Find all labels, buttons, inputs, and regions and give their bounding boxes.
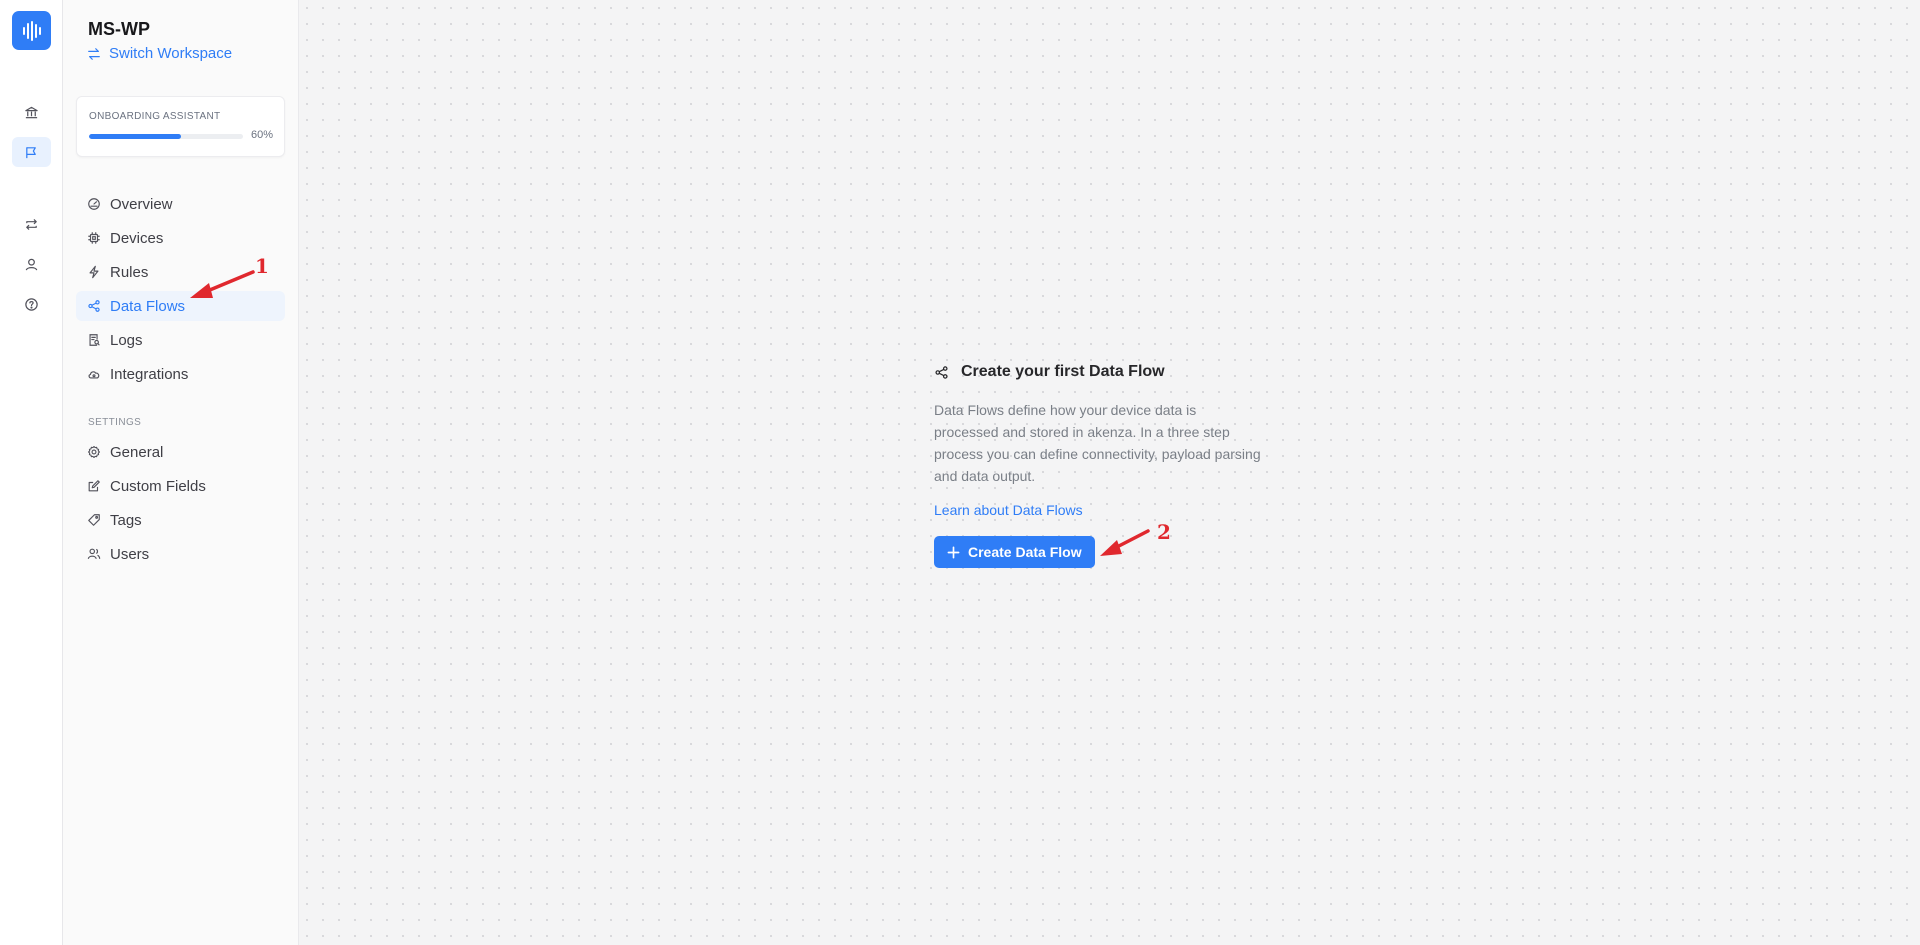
empty-state-title: Create your first Data Flow <box>961 363 1165 380</box>
nav-item-overview[interactable]: Overview <box>76 189 285 219</box>
bank-icon <box>25 106 38 118</box>
switch-workspace-label: Switch Workspace <box>109 45 233 62</box>
nav-label-users: Users <box>110 545 150 563</box>
rail-bank-button[interactable] <box>12 97 51 127</box>
switch-arrows-icon <box>88 47 100 60</box>
share-icon <box>88 300 100 312</box>
main-content: Create your first Data Flow Data Flows d… <box>299 0 1920 945</box>
edit-icon <box>88 480 100 492</box>
rail-help-button[interactable] <box>12 289 51 319</box>
onboarding-progress-text: 60% <box>250 129 273 141</box>
nav-item-devices[interactable]: Devices <box>76 223 285 253</box>
nav-label-devices: Devices <box>110 229 164 247</box>
user-icon <box>25 258 38 270</box>
chip-icon <box>88 232 100 244</box>
onboarding-label: ONBOARDING ASSISTANT <box>89 111 221 122</box>
nav-item-data-flows[interactable]: Data Flows <box>76 291 285 321</box>
icon-rail <box>0 0 63 945</box>
plus-icon <box>947 546 960 558</box>
workspace-sidebar: MS-WP Switch Workspace ONBOARDING ASSIST… <box>63 0 299 945</box>
gauge-icon <box>88 198 100 210</box>
app-logo[interactable] <box>12 11 51 50</box>
settings-nav: General Custom Fields Tags Users <box>76 437 285 573</box>
tag-icon <box>88 514 100 526</box>
nav-item-integrations[interactable]: Integrations <box>76 359 285 389</box>
nav-label-tags: Tags <box>110 511 142 529</box>
help-icon <box>25 297 38 311</box>
swap-icon <box>26 218 37 230</box>
empty-state-header: Create your first Data Flow <box>934 363 1274 381</box>
empty-state: Create your first Data Flow Data Flows d… <box>934 363 1274 568</box>
nav-label-custom-fields: Custom Fields <box>110 477 206 495</box>
nav-item-tags[interactable]: Tags <box>76 505 285 535</box>
gear-icon <box>88 446 100 458</box>
soundwave-logo-icon <box>22 20 41 41</box>
nav-label-logs: Logs <box>110 331 143 349</box>
switch-workspace-link[interactable]: Switch Workspace <box>87 45 232 62</box>
onboarding-progress-fill <box>89 134 182 139</box>
nav-label-integrations: Integrations <box>110 365 189 383</box>
nav-item-general[interactable]: General <box>76 437 285 467</box>
main-nav: Overview Devices Rules Data Flows Logs I… <box>76 189 285 393</box>
share-icon <box>935 365 948 379</box>
create-data-flow-button[interactable]: Create Data Flow <box>934 536 1095 568</box>
nav-label-overview: Overview <box>110 195 173 213</box>
nav-label-rules: Rules <box>110 263 149 281</box>
nav-item-rules[interactable]: Rules <box>76 257 285 287</box>
rail-flag-button[interactable] <box>12 137 51 167</box>
users-icon <box>87 548 101 560</box>
rail-swap-button[interactable] <box>12 209 51 239</box>
nav-label-general: General <box>110 443 164 461</box>
annotation-number-2: 2 <box>1157 520 1171 544</box>
nav-item-logs[interactable]: Logs <box>76 325 285 355</box>
learn-about-data-flows-link[interactable]: Learn about Data Flows <box>934 502 1083 518</box>
onboarding-progress-bar <box>89 134 243 139</box>
settings-section-label: SETTINGS <box>88 417 142 428</box>
empty-state-description: Data Flows define how your device data i… <box>934 402 1261 484</box>
nav-item-custom-fields[interactable]: Custom Fields <box>76 471 285 501</box>
workspace-name: MS-WP <box>88 19 150 39</box>
nav-item-users[interactable]: Users <box>76 539 285 569</box>
bolt-icon <box>89 265 99 279</box>
flag-icon <box>26 146 36 158</box>
rail-user-button[interactable] <box>12 249 51 279</box>
annotation-number-1: 1 <box>255 254 269 278</box>
create-data-flow-label: Create Data Flow <box>968 544 1082 560</box>
cloud-icon <box>88 371 100 379</box>
onboarding-assistant-card[interactable]: ONBOARDING ASSISTANT 60% <box>76 96 285 157</box>
log-icon <box>89 334 100 346</box>
nav-label-data-flows: Data Flows <box>110 297 186 315</box>
